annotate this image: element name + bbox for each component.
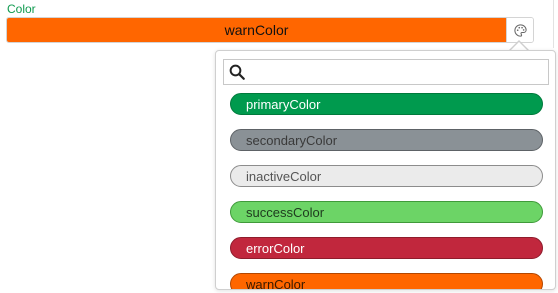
field-label: Color bbox=[7, 2, 36, 16]
selected-color-value[interactable]: warnColor bbox=[7, 18, 506, 42]
color-option[interactable]: secondaryColor bbox=[230, 129, 543, 151]
palette-icon bbox=[513, 23, 527, 37]
color-option-label: successColor bbox=[246, 204, 325, 220]
color-option[interactable]: inactiveColor bbox=[230, 165, 543, 187]
color-option[interactable]: errorColor bbox=[230, 237, 543, 259]
color-field-widget: Color warnColor primaryColor secondaryCo… bbox=[0, 0, 558, 293]
color-option-label: inactiveColor bbox=[246, 168, 322, 184]
search-box[interactable] bbox=[223, 59, 549, 85]
color-field[interactable]: warnColor bbox=[6, 17, 534, 43]
color-option-label: warnColor bbox=[246, 276, 306, 290]
color-option[interactable]: successColor bbox=[230, 201, 543, 223]
panel-divider bbox=[553, 0, 554, 48]
search-input[interactable] bbox=[250, 60, 548, 84]
color-dropdown: primaryColor secondaryColor inactiveColo… bbox=[215, 50, 556, 290]
color-option-label: errorColor bbox=[246, 240, 305, 256]
color-option[interactable]: warnColor bbox=[230, 273, 543, 289]
color-option[interactable]: primaryColor bbox=[230, 93, 543, 115]
palette-button[interactable] bbox=[506, 18, 533, 42]
color-option-list[interactable]: primaryColor secondaryColor inactiveColo… bbox=[216, 89, 555, 289]
color-option-label: primaryColor bbox=[246, 96, 321, 112]
color-option-label: secondaryColor bbox=[246, 132, 338, 148]
search-icon bbox=[224, 63, 250, 81]
